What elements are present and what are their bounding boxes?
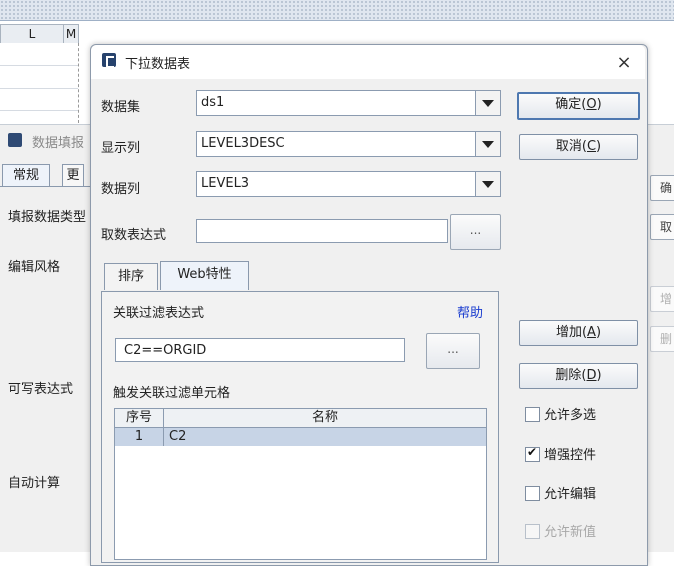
allow-edit-checkbox[interactable] [525,486,540,501]
spreadsheet-grid[interactable] [0,43,90,123]
delete-mnemonic: D [586,368,597,383]
column-header-m[interactable]: M [63,24,79,44]
table-cell-name: C2 [169,429,187,444]
display-column-select[interactable]: LEVEL3DESC [196,131,501,157]
background-dialog-title: 数据填报 [32,136,85,151]
cancel-mnemonic: C [586,139,597,154]
filter-expression-value: C2==ORGID [124,343,207,358]
background-add-button[interactable]: 增 [650,286,674,312]
column-header-label: M [65,27,77,41]
background-cancel-button[interactable]: 取 [650,214,674,240]
add-button[interactable]: 增加(A) [519,320,638,346]
add-mnemonic: A [587,325,596,340]
grid-row-line [0,88,78,89]
table-header-index[interactable]: 序号 [115,409,164,428]
trigger-cells-label: 触发关联过滤单元格 [113,386,231,401]
expression-input[interactable] [196,219,448,243]
filter-expression-label: 关联过滤表达式 [113,306,205,321]
chevron-down-icon[interactable] [475,91,500,115]
dialog-logo-icon [102,53,116,68]
ok-button[interactable]: 确定(O) [517,92,640,120]
ok-mnemonic: O [586,97,597,112]
data-column-select[interactable]: LEVEL3 [196,171,501,197]
tab-sort[interactable]: 排序 [104,263,158,290]
dialog-title: 下拉数据表 [125,57,191,72]
chevron-down-icon[interactable] [475,132,500,156]
column-header-label: L [28,27,36,41]
fill-type-label: 填报数据类型 [8,210,87,225]
tab-more[interactable]: 更 [62,164,84,187]
cancel-button-label: 取消( [555,139,587,154]
help-link[interactable]: 帮助 [457,302,483,321]
dataset-select[interactable]: ds1 [196,90,501,116]
allow-multiselect-checkbox[interactable] [525,407,540,422]
table-header-name[interactable]: 名称 [164,409,486,428]
filter-expression-input[interactable]: C2==ORGID [115,338,405,362]
background-delete-button[interactable]: 删 [650,326,674,352]
data-column-value: LEVEL3 [201,176,250,191]
add-button-label: 增加( [555,325,588,340]
allow-edit-label: 允许编辑 [544,487,597,502]
dataset-label: 数据集 [101,100,141,115]
auto-calc-label: 自动计算 [8,476,61,491]
trigger-cells-table[interactable]: 序号 名称 1 C2 [114,408,487,560]
enhanced-control-checkbox[interactable] [525,445,540,462]
dataset-value: ds1 [201,95,225,110]
cancel-button[interactable]: 取消(C) [519,134,638,160]
edit-style-label: 编辑风格 [8,260,61,275]
allow-new-value-checkbox[interactable] [525,524,540,539]
background-ok-button[interactable]: 确 [650,175,674,201]
writable-expression-label: 可写表达式 [8,382,74,397]
selection-border [78,43,79,123]
ok-button-label: 确定( [555,97,587,112]
filter-browse-button[interactable]: ... [426,333,480,369]
chevron-down-icon[interactable] [475,172,500,196]
enhanced-control-label: 增强控件 [544,448,597,463]
app-logo-icon [8,133,22,147]
column-header-l[interactable]: L [0,24,64,44]
display-column-label: 显示列 [101,141,141,156]
tab-divider [0,186,90,187]
allow-new-value-label: 允许新值 [544,525,597,540]
close-icon[interactable]: × [612,52,636,76]
allow-multiselect-label: 允许多选 [544,408,597,423]
grid-row-line [0,110,78,111]
data-column-label: 数据列 [101,182,141,197]
tab-general[interactable]: 常规 [2,164,50,187]
table-cell-index: 1 [115,428,164,446]
grid-row-line [0,65,78,66]
delete-button-label: 删除( [555,368,587,383]
delete-button[interactable]: 删除(D) [519,363,638,389]
expression-label: 取数表达式 [101,228,167,243]
display-column-value: LEVEL3DESC [201,136,285,151]
top-toolbar-strip [0,0,674,21]
tab-web-features[interactable]: Web特性 [160,261,249,290]
expression-browse-button[interactable]: ... [450,214,501,250]
